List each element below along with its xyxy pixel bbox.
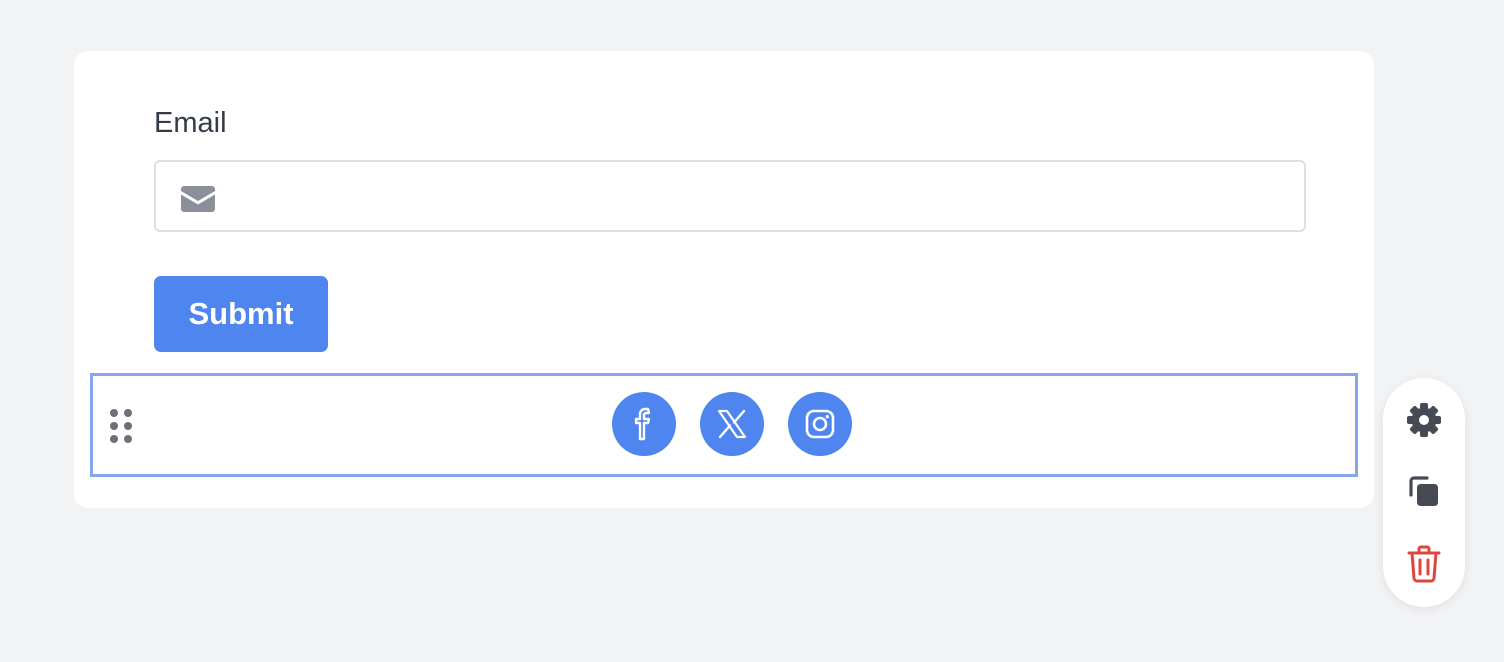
copy-icon	[1409, 476, 1438, 506]
mail-icon	[181, 186, 215, 212]
submit-button[interactable]: Submit	[154, 276, 328, 352]
email-input[interactable]	[232, 162, 1296, 232]
drag-handle-icon[interactable]	[109, 408, 135, 444]
delete-button[interactable]	[1404, 544, 1444, 584]
facebook-glyph-icon	[634, 407, 651, 441]
instagram-glyph-icon	[805, 409, 835, 439]
duplicate-button[interactable]	[1404, 472, 1444, 512]
instagram-icon[interactable]	[788, 392, 852, 456]
settings-button[interactable]	[1404, 400, 1444, 440]
email-label: Email	[154, 107, 227, 139]
x-icon[interactable]	[700, 392, 764, 456]
facebook-icon[interactable]	[612, 392, 676, 456]
social-icons-block[interactable]	[90, 373, 1358, 477]
email-field[interactable]	[154, 160, 1306, 232]
gear-icon	[1407, 403, 1441, 437]
trash-icon	[1407, 545, 1441, 583]
block-toolbar	[1383, 378, 1465, 607]
x-glyph-icon	[717, 409, 747, 439]
form-card: Email Submit	[74, 51, 1374, 508]
